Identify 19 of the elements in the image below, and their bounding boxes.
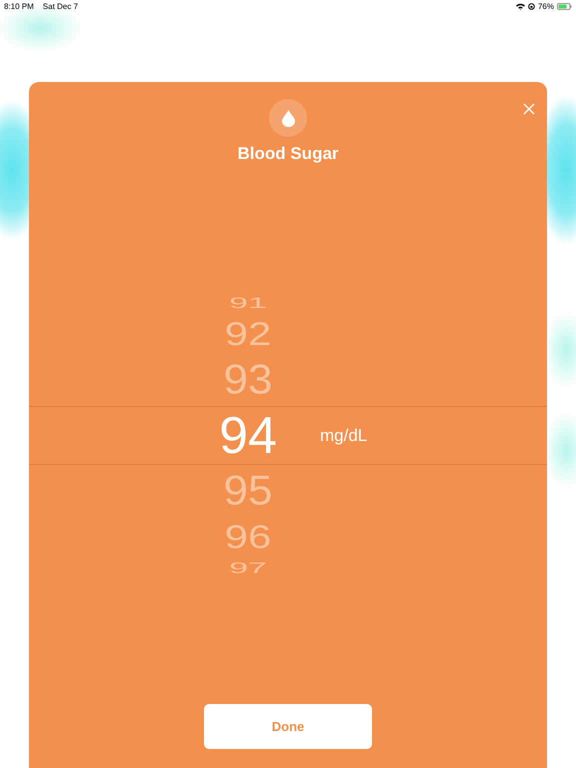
picker-value[interactable]: 91 (198, 295, 298, 311)
lock-rotation-icon (528, 2, 535, 10)
picker-value[interactable]: 94 (198, 410, 298, 462)
wifi-icon (516, 2, 525, 10)
picker-value[interactable]: 93 (198, 359, 298, 401)
close-button[interactable] (521, 101, 537, 117)
battery-icon (557, 2, 572, 10)
battery-percent: 76% (538, 2, 554, 10)
picker-value[interactable]: 95 (198, 470, 298, 512)
close-icon (523, 103, 535, 115)
unit-label: mg/dL (320, 426, 368, 446)
picker-value[interactable]: 96 (198, 520, 298, 554)
status-date: Sat Dec 7 (42, 2, 78, 10)
modal-title: Blood Sugar (237, 144, 339, 164)
drop-icon (282, 110, 294, 126)
picker-value[interactable]: 92 (198, 318, 298, 350)
picker-value[interactable]: 97 (198, 560, 298, 576)
status-time: 8:10 PM (4, 2, 34, 10)
done-button[interactable]: Done (204, 704, 372, 749)
